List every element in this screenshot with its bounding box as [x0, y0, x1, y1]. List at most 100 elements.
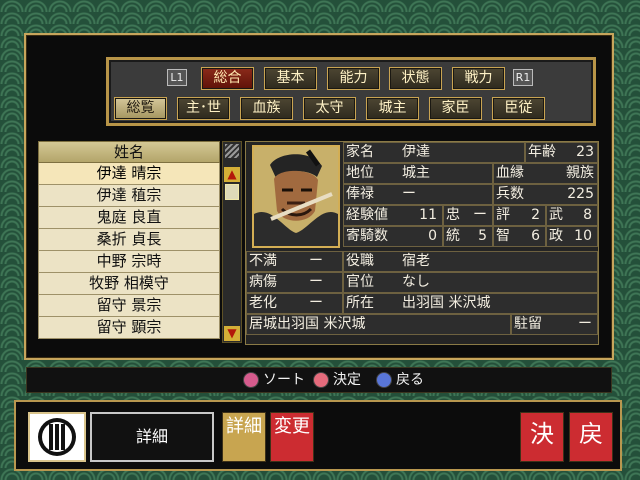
- sort-command[interactable]: ソート: [263, 368, 305, 392]
- tab-basic[interactable]: 基本: [264, 67, 317, 90]
- tab-lord-heir[interactable]: 主･世: [177, 97, 230, 120]
- tab-family[interactable]: 血族: [240, 97, 293, 120]
- list-item[interactable]: 桑折 貞長: [38, 229, 220, 251]
- role-value: 宿老: [402, 253, 430, 269]
- list-item[interactable]: 鬼庭 良直: [38, 207, 220, 229]
- samurai-portrait-icon: [254, 147, 338, 246]
- politics-label: 政: [549, 228, 563, 244]
- discontent-row: 不満 ー: [246, 251, 343, 272]
- blood-row: 血縁 親族: [493, 163, 598, 184]
- officer-list: 姓名 伊達 晴宗 伊達 稙宗 鬼庭 良直 桑折 貞長 中野 宗時 牧野 相模守 …: [38, 141, 244, 343]
- name-column-header[interactable]: 姓名: [38, 141, 220, 163]
- location-row: 所在 出羽国 米沢城: [343, 293, 598, 314]
- loyalty-row: 忠 ー: [443, 205, 493, 226]
- back-command[interactable]: 戻る: [396, 368, 424, 392]
- war-row: 武 8: [546, 205, 598, 226]
- location-label: 所在: [346, 295, 374, 311]
- decide-button[interactable]: 決: [520, 412, 564, 462]
- confirm-command[interactable]: 決定: [333, 368, 361, 392]
- stipend-label: 俸禄: [346, 186, 374, 202]
- leadership-value: 5: [478, 228, 487, 244]
- aging-value: ー: [309, 295, 323, 311]
- experience-row: 経験値 11: [343, 205, 443, 226]
- cavalry-value: 0: [428, 228, 437, 244]
- family-name-value: 伊達: [402, 144, 430, 160]
- fame-row: 評 2: [493, 205, 546, 226]
- officer-detail-panel: 家名 伊達 年齢 23 地位 城主 血縁 親族 俸禄 ー 兵数 225 経験値 …: [245, 141, 599, 345]
- tab-retainer[interactable]: 家臣: [429, 97, 482, 120]
- blood-label: 血縁: [496, 165, 524, 181]
- role-row: 役職 宿老: [343, 251, 598, 272]
- war-label: 武: [549, 207, 563, 223]
- square-button-icon: [243, 372, 259, 388]
- tab-frame: L1 R1 総合 基本 能力 状態 戦力 総覧 主･世 血族 太守 城主 家臣 …: [106, 57, 596, 126]
- court-rank-label: 官位: [346, 274, 374, 290]
- age-row: 年齢 23: [525, 142, 598, 163]
- bottom-command-panel: 詳細 詳細 変更 決 戻: [14, 400, 622, 471]
- l1-button-hint[interactable]: L1: [167, 69, 187, 86]
- age-label: 年齢: [528, 144, 556, 160]
- rank-value: 城主: [402, 165, 430, 181]
- age-value: 23: [576, 144, 594, 160]
- list-item[interactable]: 伊達 晴宗: [38, 163, 220, 185]
- leadership-label: 統: [446, 228, 460, 244]
- rank-row: 地位 城主: [343, 163, 493, 184]
- detail-text-box: 詳細: [90, 412, 214, 462]
- fame-value: 2: [531, 207, 540, 223]
- list-item[interactable]: 牧野 相模守: [38, 273, 220, 295]
- aging-row: 老化 ー: [246, 293, 343, 314]
- detail-button-label: 詳細: [226, 416, 262, 437]
- list-item[interactable]: 留守 景宗: [38, 295, 220, 317]
- illness-value: ー: [309, 274, 323, 290]
- change-button-label: 変更: [274, 416, 310, 437]
- tab-vassal[interactable]: 臣従: [492, 97, 545, 120]
- list-item[interactable]: 留守 顕宗: [38, 317, 220, 339]
- date-clan-crest-icon: [38, 418, 76, 456]
- tab-governor[interactable]: 太守: [303, 97, 356, 120]
- loyalty-value: ー: [473, 207, 487, 223]
- intelligence-label: 智: [496, 228, 510, 244]
- court-rank-value: なし: [402, 274, 430, 290]
- scroll-thumb[interactable]: [225, 184, 239, 200]
- tab-ability[interactable]: 能力: [327, 67, 380, 90]
- tab-overall[interactable]: 総合: [201, 67, 254, 90]
- scroll-grip-icon: [225, 144, 239, 158]
- return-button[interactable]: 戻: [569, 412, 613, 462]
- detail-button[interactable]: 詳細: [222, 412, 266, 462]
- aging-label: 老化: [249, 295, 277, 311]
- scroll-up-icon[interactable]: ▲: [224, 167, 240, 182]
- tab-castle-lord[interactable]: 城主: [366, 97, 419, 120]
- experience-value: 11: [419, 207, 437, 223]
- circle-button-icon: [313, 372, 329, 388]
- blood-value: 親族: [566, 165, 594, 181]
- illness-row: 病傷 ー: [246, 272, 343, 293]
- r1-button-hint[interactable]: R1: [513, 69, 533, 86]
- discontent-value: ー: [309, 253, 323, 269]
- station-value: ー: [578, 316, 592, 332]
- list-scrollbar[interactable]: ▲ ▼: [222, 141, 242, 343]
- troops-label: 兵数: [496, 186, 524, 202]
- list-item[interactable]: 中野 宗時: [38, 251, 220, 273]
- politics-row: 政 10: [546, 226, 598, 247]
- list-item[interactable]: 伊達 稙宗: [38, 185, 220, 207]
- troops-value: 225: [567, 186, 594, 202]
- residence-row: 居城 出羽国 米沢城: [246, 314, 511, 335]
- residence-label: 居城: [249, 316, 277, 332]
- troops-row: 兵数 225: [493, 184, 598, 205]
- tab-summary[interactable]: 総覧: [114, 97, 167, 120]
- command-hint-bar: ソート 決定 戻る: [26, 367, 612, 393]
- clan-crest: [28, 412, 86, 462]
- loyalty-label: 忠: [446, 207, 460, 223]
- war-value: 8: [583, 207, 592, 223]
- change-button[interactable]: 変更: [270, 412, 314, 462]
- return-button-label: 戻: [579, 420, 603, 448]
- cavalry-label: 寄騎数: [346, 228, 388, 244]
- fame-label: 評: [496, 207, 510, 223]
- cross-button-icon: [376, 372, 392, 388]
- tab-military[interactable]: 戦力: [452, 67, 505, 90]
- tab-status[interactable]: 状態: [389, 67, 442, 90]
- rank-label: 地位: [346, 165, 374, 181]
- court-rank-row: 官位 なし: [343, 272, 598, 293]
- intelligence-row: 智 6: [493, 226, 546, 247]
- scroll-down-icon[interactable]: ▼: [224, 326, 240, 341]
